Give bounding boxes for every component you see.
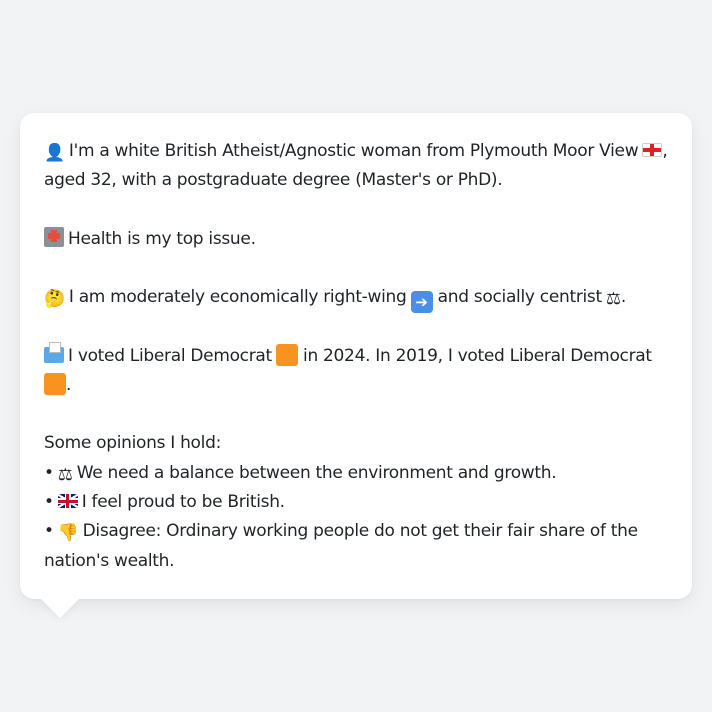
opinion-text: We need a balance between the environmen… [76,462,557,483]
position-paragraph: 🤔 I am moderately economically right-wing… [44,283,674,313]
chat-message-bubble: 👤 I'm a white British Atheist/Agnostic wo… [20,113,692,599]
hospital-icon [44,226,64,247]
orange-square-icon [275,343,298,366]
balance-scale-icon: ⚖ [57,464,73,485]
voting-text-2: in 2024. In 2019, I voted Liberal Democr… [303,345,652,366]
position-text-end: . [620,286,626,307]
bullet: • [44,521,54,542]
england-flag-icon [642,143,663,157]
opinions-heading: Some opinions I hold: [44,433,221,454]
opinion-item: • ⚖ We need a balance between the environm… [44,459,674,488]
top-issue-text: Health is my top issue. [68,228,256,249]
opinion-item: • I feel proud to be British. [44,488,674,517]
opinion-text: Disagree: Ordinary working people do not… [44,521,638,571]
balance-scale-icon: ⚖ [605,288,621,309]
thinking-face-icon: 🤔 [44,288,65,309]
thumbs-down-icon: 👎 [57,523,79,544]
bust-in-silhouette-icon: 👤 [44,143,65,163]
position-text-1: I am moderately economically right-wing [68,286,407,307]
top-issue-paragraph: Health is my top issue. [44,225,674,254]
opinions-section: Some opinions I hold: • ⚖ We need a balanc… [44,429,674,575]
intro-paragraph: 👤 I'm a white British Atheist/Agnostic wo… [44,137,674,196]
uk-flag-icon [57,494,78,509]
right-arrow-icon: ➔ [410,290,433,313]
bullet: • [44,462,54,483]
position-text-2: and socially centrist [437,286,603,307]
opinion-item: • 👎 Disagree: Ordinary working people do n… [44,517,674,576]
bullet: • [44,492,54,513]
opinion-text: I feel proud to be British. [81,492,285,513]
ballot-box-icon [44,341,64,363]
bubble-tail [40,598,80,618]
voting-text-1: I voted Liberal Democrat [68,345,272,366]
orange-square-icon [44,373,66,396]
voting-text-end: . [66,375,72,396]
voting-paragraph: I voted Liberal Democrat in 2024. In 201… [44,341,674,401]
intro-text: I'm a white British Atheist/Agnostic wom… [68,141,639,161]
